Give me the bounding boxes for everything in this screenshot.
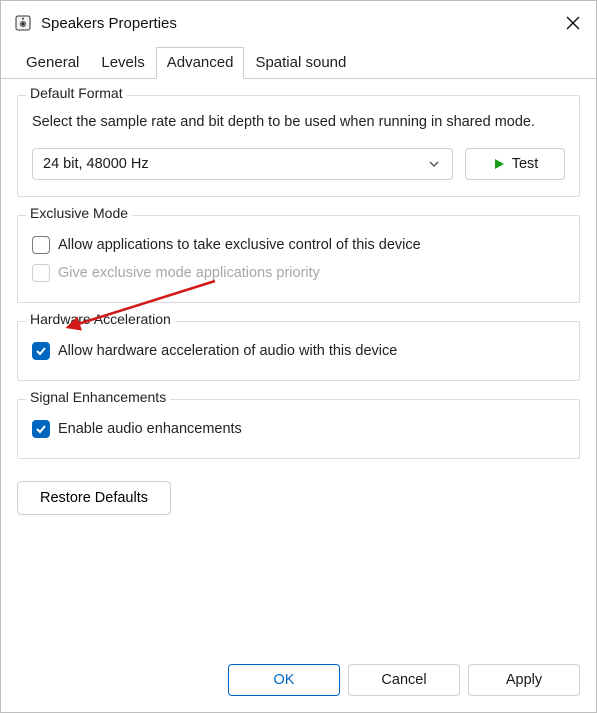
enable-enhancements-label: Enable audio enhancements (58, 421, 242, 437)
tab-spatial-sound[interactable]: Spatial sound (244, 47, 357, 79)
exclusive-control-checkbox[interactable] (32, 236, 50, 254)
default-format-description: Select the sample rate and bit depth to … (32, 112, 565, 132)
exclusive-mode-group: Exclusive Mode Allow applications to tak… (17, 215, 580, 303)
exclusive-mode-legend: Exclusive Mode (26, 205, 132, 221)
hardware-acceleration-legend: Hardware Acceleration (26, 311, 175, 327)
exclusive-priority-label: Give exclusive mode applications priorit… (58, 265, 320, 281)
hardware-acceleration-checkbox[interactable] (32, 342, 50, 360)
speakers-properties-dialog: Speakers Properties General Levels Advan… (0, 0, 597, 713)
tab-levels[interactable]: Levels (90, 47, 155, 79)
close-icon (566, 16, 580, 30)
ok-button[interactable]: OK (228, 664, 340, 696)
hardware-acceleration-group: Hardware Acceleration Allow hardware acc… (17, 321, 580, 381)
speaker-icon (15, 15, 31, 31)
close-button[interactable] (550, 1, 596, 45)
sample-rate-select[interactable]: 24 bit, 48000 Hz (32, 148, 453, 180)
tab-general[interactable]: General (15, 47, 90, 79)
checkmark-icon (35, 345, 47, 357)
tab-advanced[interactable]: Advanced (156, 47, 245, 79)
play-icon (492, 157, 506, 171)
test-button[interactable]: Test (465, 148, 565, 180)
window-title: Speakers Properties (41, 15, 177, 32)
exclusive-priority-checkbox (32, 264, 50, 282)
hardware-acceleration-label: Allow hardware acceleration of audio wit… (58, 343, 397, 359)
signal-enhancements-legend: Signal Enhancements (26, 389, 170, 405)
tab-strip: General Levels Advanced Spatial sound (1, 47, 596, 79)
sample-rate-value: 24 bit, 48000 Hz (43, 156, 428, 172)
exclusive-control-checkbox-row[interactable]: Allow applications to take exclusive con… (32, 236, 565, 254)
signal-enhancements-group: Signal Enhancements Enable audio enhance… (17, 399, 580, 459)
exclusive-control-label: Allow applications to take exclusive con… (58, 237, 421, 253)
titlebar: Speakers Properties (1, 1, 596, 45)
default-format-group: Default Format Select the sample rate an… (17, 95, 580, 197)
tab-content: Default Format Select the sample rate an… (1, 79, 596, 656)
hardware-acceleration-checkbox-row[interactable]: Allow hardware acceleration of audio wit… (32, 342, 565, 360)
exclusive-priority-checkbox-row: Give exclusive mode applications priorit… (32, 264, 565, 282)
enable-enhancements-checkbox-row[interactable]: Enable audio enhancements (32, 420, 565, 438)
enable-enhancements-checkbox[interactable] (32, 420, 50, 438)
checkmark-icon (35, 423, 47, 435)
cancel-button[interactable]: Cancel (348, 664, 460, 696)
test-button-label: Test (512, 156, 539, 172)
default-format-legend: Default Format (26, 85, 127, 101)
apply-button[interactable]: Apply (468, 664, 580, 696)
chevron-down-icon (428, 157, 442, 171)
dialog-footer: OK Cancel Apply (1, 656, 596, 712)
restore-defaults-button[interactable]: Restore Defaults (17, 481, 171, 515)
